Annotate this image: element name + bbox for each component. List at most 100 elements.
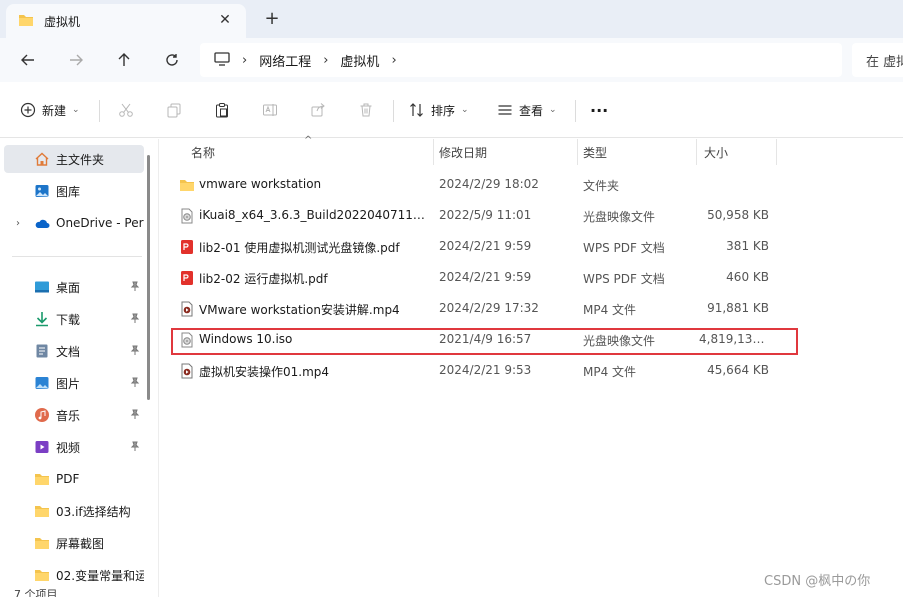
chevron-right-icon[interactable]: › xyxy=(16,218,20,229)
file-size: 381 KB xyxy=(726,239,769,253)
column-separator[interactable] xyxy=(776,139,777,165)
close-icon[interactable]: ✕ xyxy=(216,12,234,28)
up-icon[interactable] xyxy=(112,48,136,72)
pin-icon[interactable] xyxy=(130,281,140,294)
table-row[interactable]: lib2-02 运行虚拟机.pdf 2024/2/21 9:59 WPS PDF… xyxy=(159,262,903,293)
tab-virtual-machine[interactable]: 虚拟机 ✕ xyxy=(6,4,246,38)
music-icon xyxy=(35,408,49,422)
new-button[interactable]: 新建 ⌄ xyxy=(20,99,80,121)
toolbar-divider xyxy=(393,100,394,122)
sidebar-item-screenshots[interactable]: 屏幕截图 xyxy=(4,529,144,557)
table-row[interactable]: 虚拟机安装操作01.mp4 2024/2/21 9:53 MP4 文件 45,6… xyxy=(159,355,903,386)
add-tab-icon[interactable]: + xyxy=(262,8,282,29)
sidebar-item-music[interactable]: 音乐 xyxy=(4,401,144,429)
video-file-icon xyxy=(181,301,193,317)
sidebar-item-home[interactable]: 主文件夹 xyxy=(4,145,144,173)
chevron-down-icon: ⌄ xyxy=(549,105,557,115)
disc-image-icon xyxy=(181,208,193,224)
download-icon xyxy=(36,312,48,327)
cut-icon[interactable] xyxy=(118,99,134,121)
table-row[interactable]: lib2-01 使用虚拟机测试光盘镜像.pdf 2024/2/21 9:59 W… xyxy=(159,231,903,262)
share-icon[interactable] xyxy=(310,99,326,121)
sidebar-item-label: 03.if选择结构 xyxy=(56,504,131,519)
sidebar-item-documents[interactable]: 文档 xyxy=(4,337,144,365)
file-type: WPS PDF 文档 xyxy=(583,241,665,255)
paste-icon[interactable] xyxy=(214,99,230,121)
file-type: MP4 文件 xyxy=(583,365,637,379)
file-type: MP4 文件 xyxy=(583,303,637,317)
file-size: 50,958 KB xyxy=(707,208,769,222)
pictures-icon xyxy=(35,377,49,389)
column-header-type[interactable]: 类型 xyxy=(583,139,607,165)
address-row: › 网络工程 › 虚拟机 › 在 虚拟机 中搜索 xyxy=(0,38,903,82)
file-name: lib2-01 使用虚拟机测试光盘镜像.pdf xyxy=(199,241,400,255)
sidebar-item-downloads[interactable]: 下载 xyxy=(4,305,144,333)
sidebar-item-if-structure[interactable]: 03.if选择结构 xyxy=(4,497,144,525)
copy-icon[interactable] xyxy=(166,99,182,121)
file-name: iKuai8_x64_3.6.3_Build202204071133.i... xyxy=(199,208,429,222)
refresh-icon[interactable] xyxy=(160,48,184,72)
sidebar-item-gallery[interactable]: 图库 xyxy=(4,177,144,205)
chevron-down-icon: ⌄ xyxy=(72,105,80,115)
navigation-pane: 主文件夹 图库 › OneDrive - Per 桌面 下载 文档 图片 音乐 … xyxy=(0,139,158,597)
forward-icon[interactable] xyxy=(64,48,88,72)
view-button[interactable]: 查看 ⌄ xyxy=(497,99,557,121)
tab-title: 虚拟机 xyxy=(44,14,81,29)
file-date: 2024/2/29 17:32 xyxy=(439,301,539,315)
column-separator[interactable] xyxy=(696,139,697,165)
file-type: 光盘映像文件 xyxy=(583,210,656,224)
sidebar-item-label: 图片 xyxy=(56,376,81,391)
table-row[interactable]: VMware workstation安装讲解.mp4 2024/2/29 17:… xyxy=(159,293,903,324)
sidebar-item-label: 02.变量常量和运 xyxy=(56,568,144,583)
pin-icon[interactable] xyxy=(130,313,140,326)
new-button-label: 新建 xyxy=(42,103,67,118)
sidebar-item-label: 屏幕截图 xyxy=(56,536,105,551)
file-name: lib2-02 运行虚拟机.pdf xyxy=(199,272,328,286)
sidebar-item-pdf[interactable]: PDF xyxy=(4,465,144,493)
home-icon xyxy=(35,152,49,166)
sidebar-item-pictures[interactable]: 图片 xyxy=(4,369,144,397)
sidebar-item-desktop[interactable]: 桌面 xyxy=(4,273,144,301)
column-separator[interactable] xyxy=(577,139,578,165)
pin-icon[interactable] xyxy=(130,377,140,390)
watermark: CSDN @枫中の你 xyxy=(764,574,871,589)
sidebar-item-label: 视频 xyxy=(56,440,81,455)
sort-button[interactable]: 排序 ⌄ xyxy=(409,99,469,121)
breadcrumb-network-engineering[interactable]: 网络工程 xyxy=(259,51,311,70)
sidebar-item-variables[interactable]: 02.变量常量和运 xyxy=(4,561,144,589)
file-date: 2024/2/21 9:59 xyxy=(439,270,532,284)
folder-icon xyxy=(35,474,49,485)
back-icon[interactable] xyxy=(16,48,40,72)
delete-icon[interactable] xyxy=(358,99,374,121)
pin-icon[interactable] xyxy=(130,409,140,422)
sidebar-scrollbar[interactable] xyxy=(147,155,150,400)
file-size: 91,881 KB xyxy=(707,301,769,315)
file-date: 2022/5/9 11:01 xyxy=(439,208,532,222)
address-bar[interactable]: › 网络工程 › 虚拟机 › xyxy=(200,43,842,77)
sidebar-item-onedrive[interactable]: › OneDrive - Per xyxy=(4,209,144,237)
file-name: 虚拟机安装操作01.mp4 xyxy=(199,365,330,379)
table-row[interactable]: vmware workstation 2024/2/29 18:02 文件夹 xyxy=(159,169,903,200)
pin-icon[interactable] xyxy=(130,345,140,358)
file-date: 2024/2/21 9:53 xyxy=(439,363,532,377)
folder-icon xyxy=(35,506,49,517)
sidebar-divider xyxy=(12,256,142,257)
sidebar-item-label: 桌面 xyxy=(56,280,81,295)
column-header-size[interactable]: 大小 xyxy=(704,139,728,165)
column-header-name[interactable]: 名称 xyxy=(191,139,215,165)
more-options-icon[interactable]: ··· xyxy=(590,99,608,121)
pin-icon[interactable] xyxy=(130,441,140,454)
sidebar-item-label: 文档 xyxy=(56,344,81,359)
column-separator[interactable] xyxy=(433,139,434,165)
sidebar-item-label: 图库 xyxy=(56,184,81,199)
search-input[interactable]: 在 虚拟机 中搜索 xyxy=(852,43,903,77)
rename-icon[interactable] xyxy=(262,99,278,121)
highlight-box xyxy=(171,328,798,355)
table-row[interactable]: iKuai8_x64_3.6.3_Build202204071133.i... … xyxy=(159,200,903,231)
file-name: VMware workstation安装讲解.mp4 xyxy=(199,303,400,317)
file-date: 2024/2/21 9:59 xyxy=(439,239,532,253)
column-header-date[interactable]: 修改日期 xyxy=(439,139,487,165)
sidebar-item-label: OneDrive - Per xyxy=(56,216,144,230)
breadcrumb-virtual-machine[interactable]: 虚拟机 xyxy=(340,51,379,70)
sidebar-item-videos[interactable]: 视频 xyxy=(4,433,144,461)
